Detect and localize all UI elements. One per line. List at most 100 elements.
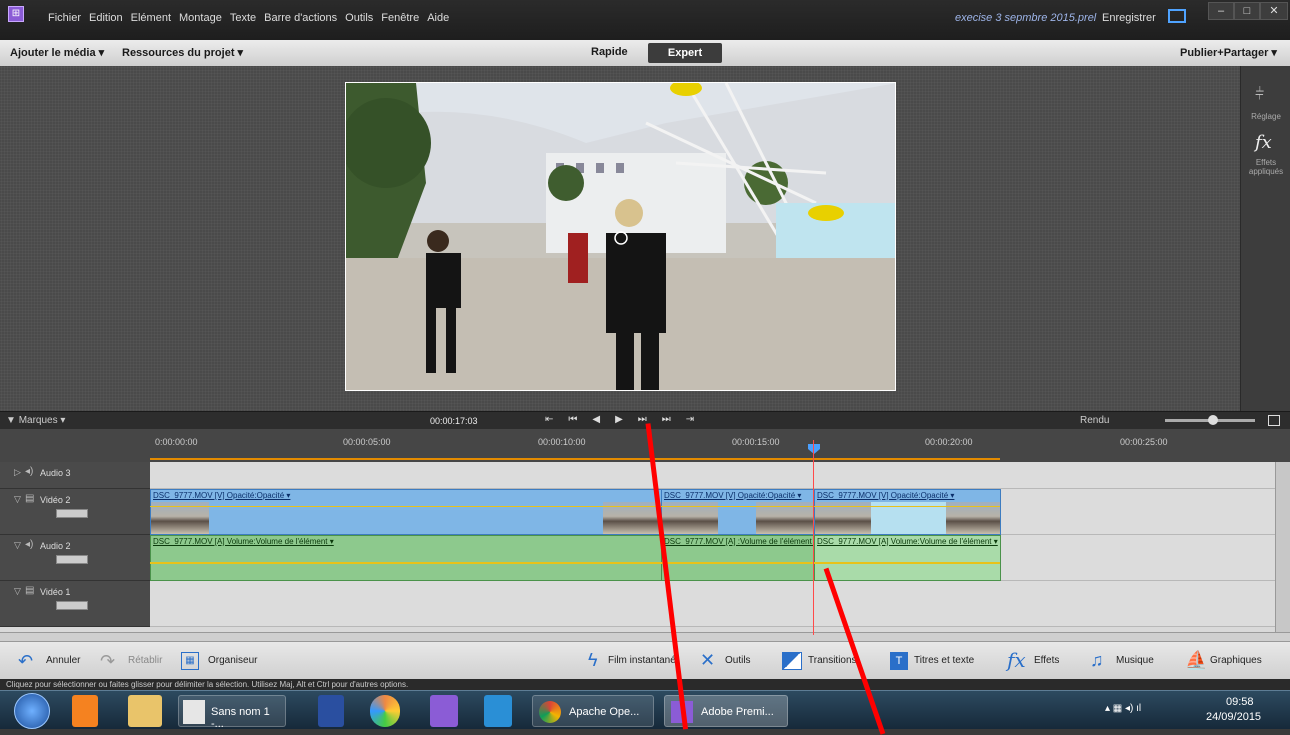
music-icon[interactable]: ♫ [1090, 650, 1104, 671]
speaker-icon[interactable]: ◂) [25, 466, 33, 477]
undo-icon[interactable]: ↶ [18, 651, 33, 672]
timeline-ruler[interactable]: 0:00:00:00 00:00:05:00 00:00:10:00 00:00… [0, 429, 1290, 462]
track-lane-video1[interactable] [150, 581, 1275, 627]
project-resources-menu[interactable]: Ressources du projet ▾ [122, 46, 243, 59]
vertical-scrollbar[interactable] [1275, 462, 1290, 632]
menu-montage[interactable]: Montage [179, 12, 222, 24]
start-button[interactable] [14, 693, 50, 729]
menu-edition[interactable]: Edition [89, 12, 123, 24]
adjust-label[interactable]: Réglage [1241, 112, 1290, 121]
undo-button[interactable]: Annuler [46, 655, 80, 666]
app-icon: ⊞ [8, 6, 24, 22]
clip-label: DSC_9777.MOV [A] Volume:Volume de l'élém… [153, 537, 334, 546]
transitions-icon[interactable] [782, 652, 802, 670]
collapse-icon[interactable]: ▽ [14, 540, 21, 551]
folder-icon[interactable] [128, 695, 162, 727]
project-name: execise 3 sepmbre 2015.prel [955, 12, 1097, 24]
fx-icon[interactable]: fx [1255, 132, 1272, 153]
film-icon[interactable]: ▤ [25, 585, 34, 596]
expand-icon[interactable]: ▷ [14, 467, 21, 478]
taskbar-chrome[interactable]: Apache Ope... [532, 695, 654, 727]
close-button[interactable]: ✕ [1260, 2, 1288, 20]
menu-aide[interactable]: Aide [427, 12, 449, 24]
media-player-icon[interactable] [72, 695, 98, 727]
audio-clip[interactable]: DSC_9777.MOV [A] Volume:Volume de l'élém… [150, 535, 662, 581]
fx-icon[interactable]: fx [1007, 648, 1026, 672]
graphics-icon[interactable]: ⛵ [1185, 650, 1207, 671]
clip-label: DSC_9777.MOV [A] :Volume de l'élément ▾ [664, 537, 815, 546]
track-header-video1: ▽ ▤ Vidéo 1 [0, 581, 150, 627]
effects-button[interactable]: Effets [1034, 655, 1059, 666]
titles-icon[interactable]: T [890, 652, 908, 670]
graphics-button[interactable]: Graphiques [1210, 655, 1262, 666]
collapse-icon[interactable]: ▽ [14, 586, 21, 597]
picasa-icon[interactable] [370, 695, 400, 727]
speaker-icon[interactable]: ◂) [25, 539, 33, 550]
adjust-icon[interactable]: ⫩ [1255, 86, 1264, 104]
expert-mode-tab[interactable]: Expert [648, 43, 722, 63]
titles-button[interactable]: Titres et texte [914, 655, 974, 666]
monitor-icon[interactable] [1168, 9, 1186, 23]
tools-button[interactable]: Outils [725, 655, 751, 666]
save-button[interactable]: Enregistrer [1102, 12, 1156, 24]
redo-button[interactable]: Rétablir [128, 655, 162, 666]
photoshop-elements-icon[interactable] [484, 695, 512, 727]
applied-effects-label[interactable]: Effets appliqués [1241, 158, 1290, 176]
menu-fichier[interactable]: Fichier [48, 12, 81, 24]
expand-icon[interactable] [1268, 415, 1280, 426]
menu-barre-actions[interactable]: Barre d'actions [264, 12, 337, 24]
video-clip[interactable]: DSC_9777.MOV [V] Opacité:Opacité ▾ [814, 489, 1001, 535]
playhead-line[interactable] [813, 440, 814, 635]
marks-menu[interactable]: ▼ Marques ▾ [6, 415, 65, 426]
transitions-button[interactable]: Transitions [808, 655, 857, 666]
zoom-slider-handle[interactable] [1208, 415, 1218, 425]
lightning-icon[interactable]: ϟ [588, 650, 598, 671]
keyframe-nav[interactable] [56, 509, 88, 518]
render-button[interactable]: Rendu [1080, 415, 1109, 426]
instant-movie-button[interactable]: Film instantané [608, 655, 676, 666]
clock-time[interactable]: 09:58 [1226, 696, 1254, 708]
audio-clip[interactable]: DSC_9777.MOV [A] :Volume de l'élément ▾ [661, 535, 815, 581]
timecode[interactable]: 00:00:17:03 [430, 416, 478, 426]
playhead-marker[interactable] [808, 444, 820, 454]
collapse-icon[interactable]: ▽ [14, 494, 21, 505]
clock-date[interactable]: 24/09/2015 [1206, 711, 1261, 723]
video-preview[interactable] [345, 82, 896, 391]
keyframe-nav[interactable] [56, 601, 88, 610]
premiere-elements-icon[interactable] [430, 695, 458, 727]
opacity-line[interactable] [150, 506, 1000, 507]
video-clip[interactable]: DSC_9777.MOV [V] Opacité:Opacité ▾ [661, 489, 815, 535]
organizer-icon[interactable]: ▦ [181, 652, 199, 670]
track-header-audio2: ▽ ◂) Audio 2 [0, 535, 150, 581]
video-clip[interactable]: DSC_9777.MOV [V] Opacité:Opacité ▾ [150, 489, 662, 535]
mode-toolbar: Ajouter le média ▾ Ressources du projet … [0, 40, 1290, 66]
book-icon[interactable] [318, 695, 344, 727]
film-icon[interactable]: ▤ [25, 493, 34, 504]
menu-texte[interactable]: Texte [230, 12, 256, 24]
quick-mode-tab[interactable]: Rapide [591, 46, 628, 58]
horizontal-scrollbar[interactable] [0, 632, 1290, 641]
music-button[interactable]: Musique [1116, 655, 1154, 666]
action-bar: ↶ Annuler ↷ Rétablir ▦ Organiseur ϟ Film… [0, 641, 1290, 679]
add-media-menu[interactable]: Ajouter le média ▾ [10, 46, 104, 59]
publish-share-menu[interactable]: Publier+Partager ▾ [1180, 46, 1277, 59]
volume-line[interactable] [150, 562, 1000, 564]
organizer-button[interactable]: Organiseur [208, 655, 257, 666]
menu-outils[interactable]: Outils [345, 12, 373, 24]
ruler-tick: 00:00:10:00 [538, 437, 586, 447]
clip-label: DSC_9777.MOV [A] Volume:Volume de l'élém… [817, 537, 998, 546]
keyframe-nav[interactable] [56, 555, 88, 564]
maximize-button[interactable]: □ [1234, 2, 1260, 20]
audio-clip[interactable]: DSC_9777.MOV [A] Volume:Volume de l'élém… [814, 535, 1001, 581]
redo-icon[interactable]: ↷ [100, 651, 115, 672]
taskbar-writer[interactable]: Sans nom 1 -... [178, 695, 286, 730]
track-lane-audio3[interactable] [150, 462, 1275, 489]
tools-icon[interactable]: ✕ [700, 650, 715, 671]
tray-icons[interactable]: ▴ ▦ ◂) ıl [1105, 703, 1141, 714]
work-area-bar[interactable] [150, 458, 1000, 460]
menu-element[interactable]: Elément [131, 12, 171, 24]
playback-controls[interactable]: ⇤⏮◀▶⏭⏭⇥ [545, 414, 709, 425]
clip-label: DSC_9777.MOV [V] Opacité:Opacité ▾ [153, 491, 291, 500]
minimize-button[interactable]: – [1208, 2, 1234, 20]
menu-fenetre[interactable]: Fenêtre [381, 12, 419, 24]
